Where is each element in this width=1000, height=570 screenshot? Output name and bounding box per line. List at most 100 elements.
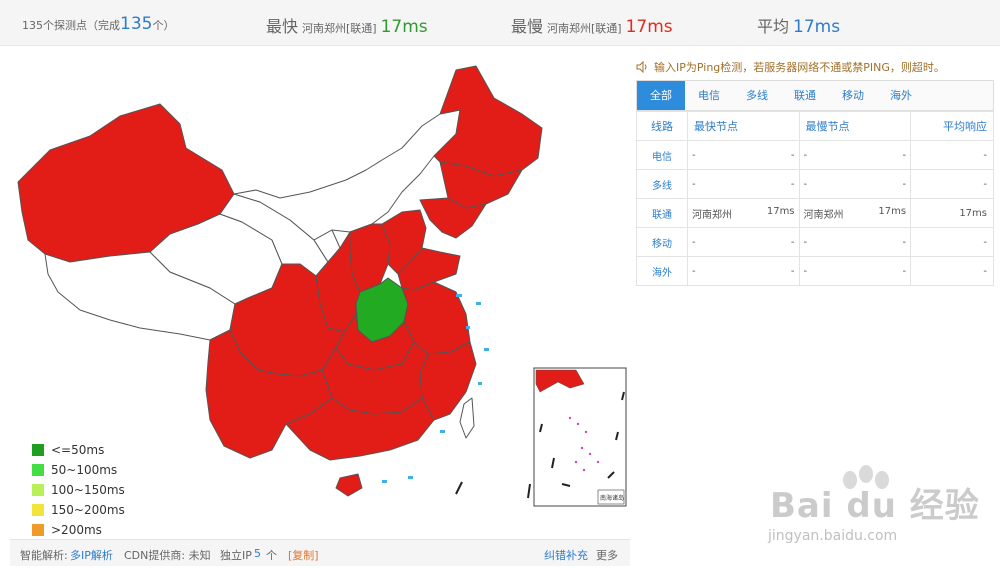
- header-slowest: 最慢节点: [798, 111, 912, 141]
- slowest-label: 最慢: [511, 17, 544, 36]
- tab-multiline[interactable]: 多线: [733, 81, 781, 110]
- fast-value: -: [790, 178, 795, 190]
- tab-telecom[interactable]: 电信: [685, 81, 733, 110]
- row-isp: 联通: [636, 198, 688, 228]
- slow-value: -: [902, 236, 907, 248]
- legend-label: 50~100ms: [51, 463, 118, 477]
- ip-unit: 个: [266, 549, 277, 562]
- average-label: 平均: [757, 17, 790, 36]
- table-row: 多线 -- -- -: [636, 169, 994, 199]
- slowest-location: 河南郑州[联通]: [547, 22, 622, 35]
- fastest-stat: 最快 河南郑州[联通] 17ms: [266, 13, 428, 37]
- legend-item: 100~150ms: [32, 480, 125, 500]
- header-isp: 线路: [636, 111, 688, 141]
- cdn-provider: CDN提供商: 未知: [124, 549, 211, 562]
- row-isp: 移动: [636, 227, 688, 257]
- row-fastest: --: [687, 169, 800, 199]
- speaker-icon: [636, 61, 647, 73]
- slowest-value: 17ms: [625, 17, 673, 37]
- notice-text: 输入IP为Ping检测，若服务器网络不通或禁PING，则超时。: [654, 61, 945, 74]
- slow-value: -: [902, 265, 907, 277]
- row-average: 17ms: [910, 198, 994, 228]
- watermark-url: jingyan.baidu.com: [768, 528, 898, 544]
- probe-suffix: 个）: [152, 19, 175, 32]
- china-ping-map[interactable]: 南海诸岛 <=50ms 50~100ms 100~150ms 150~200ms…: [10, 52, 630, 558]
- region-hainan[interactable]: [335, 473, 363, 497]
- probe-prefix: 135个探测点（完成: [22, 19, 120, 32]
- row-slowest: --: [798, 140, 912, 170]
- copy-button[interactable]: [复制]: [288, 547, 319, 563]
- fast-value: -: [790, 236, 795, 248]
- more-link[interactable]: 更多: [596, 547, 618, 563]
- legend-swatch: [32, 484, 44, 496]
- table-row: 电信 -- -- -: [636, 140, 994, 170]
- slow-location: -: [803, 178, 808, 190]
- watermark-text: Bai du 经验: [770, 486, 980, 526]
- table-row: 海外 -- -- -: [636, 256, 994, 286]
- legend-item: >200ms: [32, 520, 125, 540]
- ping-result-table: 线路 最快节点 最慢节点 平均响应 电信 -- -- - 多线 -- -- - …: [636, 111, 994, 286]
- legend-swatch: [32, 464, 44, 476]
- probe-count: 135: [120, 14, 153, 34]
- row-average: -: [910, 140, 994, 170]
- header-average: 平均响应: [910, 111, 994, 141]
- fast-location: -: [692, 236, 696, 248]
- fast-location: 河南郑州: [692, 209, 732, 221]
- slow-value: -: [902, 178, 907, 190]
- row-slowest: --: [798, 169, 912, 199]
- legend-item: <=50ms: [32, 440, 125, 460]
- ping-notice: 输入IP为Ping检测，若服务器网络不通或禁PING，则超时。: [636, 59, 945, 75]
- legend-swatch: [32, 444, 44, 456]
- slow-value: -: [902, 149, 907, 161]
- fastest-value: 17ms: [380, 17, 428, 37]
- tab-overseas[interactable]: 海外: [877, 81, 925, 110]
- slow-location: -: [803, 265, 808, 277]
- row-isp: 电信: [636, 140, 688, 170]
- legend-label: 150~200ms: [51, 503, 125, 517]
- slow-location: -: [803, 236, 808, 248]
- fast-value: 17ms: [766, 205, 795, 217]
- table-row: 移动 -- -- -: [636, 227, 994, 257]
- south-china-sea-inset: 南海诸岛: [533, 367, 627, 507]
- multi-ip-link[interactable]: 多IP解析: [70, 547, 113, 563]
- legend-label: >200ms: [51, 523, 102, 537]
- table-row: 联通 河南郑州 17ms 河南郑州 17ms 17ms: [636, 198, 994, 228]
- slowest-stat: 最慢 河南郑州[联通] 17ms: [511, 13, 673, 37]
- inset-label: 南海诸岛: [600, 494, 624, 502]
- fastest-label: 最快: [266, 17, 299, 36]
- average-value: 17ms: [793, 17, 841, 37]
- average-stat: 平均 17ms: [757, 13, 840, 37]
- tab-all[interactable]: 全部: [637, 81, 685, 110]
- stats-bar: 135个探测点（完成135个） 最快 河南郑州[联通] 17ms 最慢 河南郑州[联通…: [0, 0, 1000, 46]
- fast-value: -: [790, 265, 795, 277]
- table-header-row: 线路 最快节点 最慢节点 平均响应: [636, 111, 994, 141]
- row-fastest: 河南郑州 17ms: [687, 198, 800, 228]
- legend-label: 100~150ms: [51, 483, 125, 497]
- legend-item: 50~100ms: [32, 460, 125, 480]
- nine-dash-line: [455, 481, 531, 499]
- smart-dns-label: 智能解析:: [20, 549, 68, 562]
- slow-location: 河南郑州: [803, 209, 844, 221]
- row-slowest: --: [798, 227, 912, 257]
- legend-label: <=50ms: [51, 443, 105, 457]
- row-slowest: 河南郑州 17ms: [798, 198, 912, 228]
- legend-item: 150~200ms: [32, 500, 125, 520]
- slow-value: 17ms: [878, 205, 907, 217]
- row-slowest: --: [798, 256, 912, 286]
- legend-swatch: [32, 504, 44, 516]
- ip-label: 独立IP: [220, 549, 252, 562]
- legend-swatch: [32, 524, 44, 536]
- region-taiwan[interactable]: [459, 397, 475, 439]
- row-average: -: [910, 227, 994, 257]
- feedback-link[interactable]: 纠错补充: [544, 547, 588, 563]
- row-isp: 多线: [636, 169, 688, 199]
- row-average: -: [910, 169, 994, 199]
- row-fastest: --: [687, 140, 800, 170]
- fast-location: -: [692, 265, 696, 277]
- fastest-location: 河南郑州[联通]: [302, 22, 377, 35]
- fast-location: -: [692, 178, 696, 190]
- tab-mobile[interactable]: 移动: [829, 81, 877, 110]
- domain-info-bar: 智能解析: 多IP解析 CDN提供商: 未知 独立IP 5 个 [复制] 纠错补…: [10, 539, 630, 566]
- slow-location: -: [803, 149, 808, 161]
- tab-unicom[interactable]: 联通: [781, 81, 829, 110]
